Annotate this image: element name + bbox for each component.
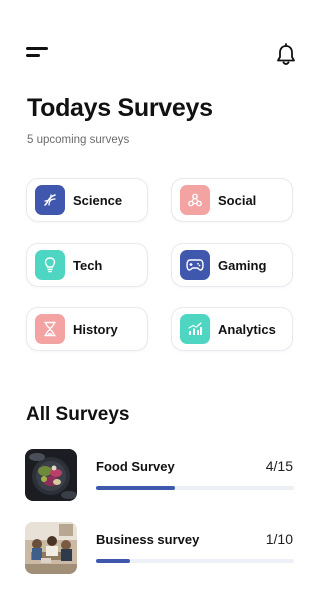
bell-icon[interactable] <box>275 43 297 67</box>
dna-icon <box>35 185 65 215</box>
survey-row-food[interactable]: Food Survey 4/15 <box>25 449 295 501</box>
category-label: History <box>73 321 118 337</box>
hourglass-icon <box>35 314 65 344</box>
category-label: Tech <box>73 257 103 273</box>
category-gaming[interactable]: Gaming <box>171 243 293 287</box>
category-label: Analytics <box>218 321 276 337</box>
section-title: All Surveys <box>26 404 130 425</box>
page-subtitle: 5 upcoming surveys <box>27 134 130 146</box>
progress-fill <box>96 486 176 490</box>
survey-count: 4/15 <box>265 458 293 474</box>
business-meeting-photo-thumbnail <box>25 522 77 574</box>
progress-track <box>96 486 294 490</box>
surveys-screen: Todays Surveys 5 upcoming surveys Scienc… <box>0 0 320 613</box>
category-social[interactable]: Social <box>171 178 293 222</box>
survey-name: Business survey <box>96 532 200 547</box>
bulb-icon <box>35 250 65 280</box>
food-photo-thumbnail <box>25 449 77 501</box>
hamburger-menu-icon[interactable] <box>26 46 48 60</box>
category-label: Science <box>73 192 123 208</box>
progress-fill <box>96 559 130 563</box>
category-label: Gaming <box>218 257 267 273</box>
survey-row-business[interactable]: Business survey 1/10 <box>25 522 295 574</box>
people-network-icon <box>180 185 210 215</box>
page-title: Todays Surveys <box>27 94 213 122</box>
gamepad-icon <box>180 250 210 280</box>
category-science[interactable]: Science <box>26 178 148 222</box>
survey-name: Food Survey <box>96 459 175 474</box>
category-history[interactable]: History <box>26 307 148 351</box>
category-label: Social <box>218 192 257 208</box>
bar-chart-icon <box>180 314 210 344</box>
category-analytics[interactable]: Analytics <box>171 307 293 351</box>
progress-track <box>96 559 294 563</box>
category-tech[interactable]: Tech <box>26 243 148 287</box>
survey-count: 1/10 <box>265 531 293 547</box>
